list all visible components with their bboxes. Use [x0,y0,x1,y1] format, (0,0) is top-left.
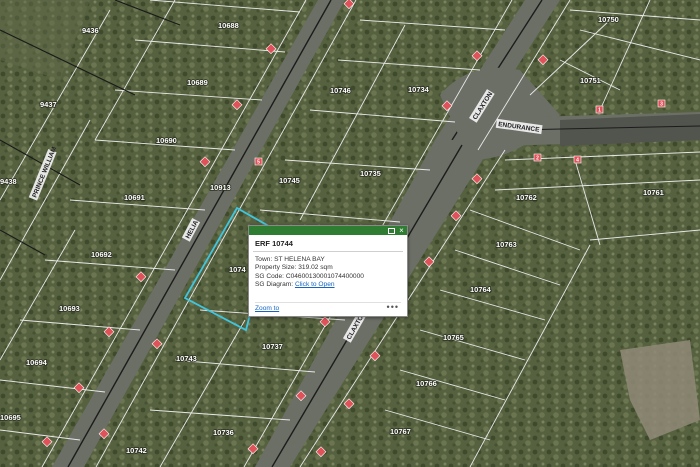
popup-footer: Zoom to ••• [255,302,401,313]
popup-title: ERF 10744 [253,235,403,252]
parcel-label-10765: 10765 [443,333,464,342]
parcel-label-10693: 10693 [59,304,80,313]
popup-attributes: Town: ST HELENA BAY Property Size: 319.0… [249,252,407,290]
popup-header-bar: × [249,226,407,235]
parcel-label-10691: 10691 [124,193,145,202]
parcel-label-10745: 10745 [279,176,300,185]
parcel-label-10766: 10766 [416,379,437,388]
attribute-sg-code: SG Code: C04600130001074400000 [255,272,364,280]
attribute-sg-diagram: SG Diagram: Click to Open [255,281,335,289]
parcel-label-10762: 10762 [516,193,537,202]
parcel-label-10763: 10763 [496,240,517,249]
parcel-label-10736: 10736 [213,428,234,437]
close-icon[interactable]: × [398,227,405,235]
more-options-icon[interactable]: ••• [387,302,399,312]
parcel-label-9437: 9437 [40,100,57,109]
parcel-label-10751: 10751 [580,76,601,85]
parcel-label-10734: 10734 [408,85,430,94]
attribute-town: Town: ST HELENA BAY [255,256,325,263]
svg-text:3: 3 [660,102,663,108]
parcel-label-9436: 9436 [82,26,99,35]
parcel-label-10692: 10692 [91,250,112,259]
parcel-label-10767: 10767 [390,427,411,436]
parcel-label-10735: 10735 [360,169,381,178]
parcel-label-10750: 10750 [598,15,619,24]
parcel-info-popup: × ERF 10744 Town: ST HELENA BAY Property… [248,225,408,317]
parcel-label-10764: 10764 [470,285,492,294]
parcel-label-10689: 10689 [187,78,208,87]
marker-5: 5 [254,157,263,166]
svg-text:2: 2 [536,156,539,162]
attribute-property-size: Property Size: 319.02 sqm [255,264,333,272]
svg-text:1: 1 [598,108,601,114]
parcel-label-10743: 10743 [176,354,197,363]
sg-diagram-link[interactable]: Click to Open [295,281,335,288]
zoom-to-link[interactable]: Zoom to [255,305,279,312]
parcel-label-10688: 10688 [218,21,239,30]
parcel-label-10913: 10913 [210,183,231,192]
parcel-label-10694: 10694 [26,358,48,367]
parcel-label-10744: 1074 [229,265,247,274]
maximize-icon[interactable] [388,227,395,234]
parcel-label-10746: 10746 [330,86,351,95]
marker-2: 2 [533,153,542,162]
parcel-label-9438: 9438 [0,177,17,186]
svg-text:4: 4 [576,158,579,164]
marker-4: 4 [573,155,582,164]
parcel-label-10690: 10690 [156,136,177,145]
marker-3: 3 [657,99,666,108]
svg-text:5: 5 [257,160,260,166]
parcel-label-10695: 10695 [0,413,21,422]
parcel-label-10742: 10742 [126,446,147,455]
marker-1: 1 [595,105,604,114]
parcel-label-10761: 10761 [643,188,664,197]
parcel-label-10737: 10737 [262,342,283,351]
